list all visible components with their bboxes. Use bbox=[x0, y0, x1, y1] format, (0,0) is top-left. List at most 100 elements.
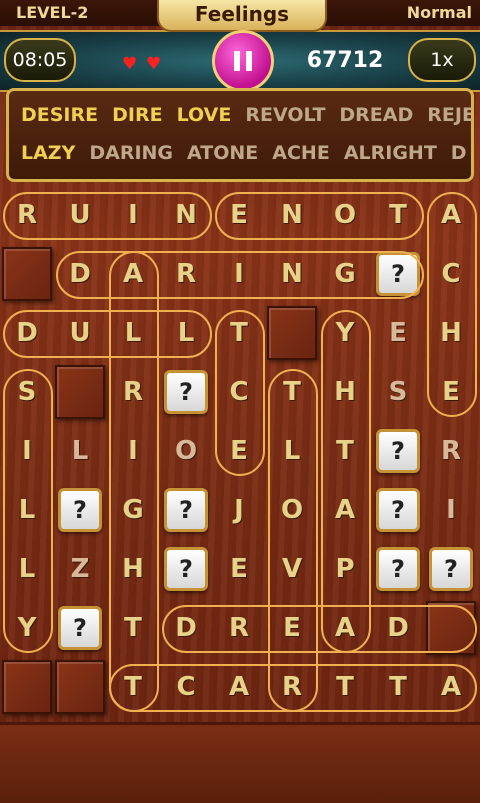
level-label: LEVEL-2 bbox=[16, 3, 89, 22]
mystery-tile[interactable]: ? bbox=[161, 544, 211, 594]
found-word-outline bbox=[321, 310, 371, 653]
letter-tile[interactable]: E bbox=[214, 544, 264, 594]
blank-tile[interactable] bbox=[2, 247, 52, 301]
letter-tile[interactable]: I bbox=[214, 249, 264, 299]
letter-tile[interactable]: A bbox=[320, 603, 370, 653]
letter-tile[interactable]: I bbox=[426, 485, 476, 535]
word-item: DREAD bbox=[339, 104, 414, 126]
letter-tile[interactable]: H bbox=[426, 308, 476, 358]
letter-tile[interactable]: L bbox=[2, 485, 52, 535]
mystery-tile[interactable]: ? bbox=[373, 249, 423, 299]
letter-tile[interactable]: R bbox=[161, 249, 211, 299]
letter-tile[interactable]: R bbox=[108, 367, 158, 417]
letter-tile[interactable]: L bbox=[161, 308, 211, 358]
letter-tile[interactable]: N bbox=[161, 190, 211, 240]
letter-tile[interactable]: V bbox=[267, 544, 317, 594]
letter-tile[interactable]: E bbox=[267, 603, 317, 653]
bottom-shelf bbox=[0, 722, 480, 803]
mystery-tile[interactable]: ? bbox=[373, 426, 423, 476]
blank-tile[interactable] bbox=[426, 601, 476, 655]
letter-tile[interactable]: D bbox=[161, 603, 211, 653]
letter-tile[interactable]: Y bbox=[2, 603, 52, 653]
mystery-tile[interactable]: ? bbox=[55, 485, 105, 535]
letter-tile[interactable]: T bbox=[373, 662, 423, 712]
mystery-tile[interactable]: ? bbox=[373, 485, 423, 535]
letter-tile[interactable]: A bbox=[214, 662, 264, 712]
letter-tile[interactable]: J bbox=[214, 485, 264, 535]
word-item: D bbox=[450, 142, 467, 164]
letter-tile[interactable]: T bbox=[214, 308, 264, 358]
mystery-tile[interactable]: ? bbox=[55, 603, 105, 653]
pause-button[interactable] bbox=[212, 30, 274, 92]
letter-tile[interactable]: R bbox=[426, 426, 476, 476]
letter-tile[interactable]: D bbox=[2, 308, 52, 358]
letter-tile[interactable]: U bbox=[55, 190, 105, 240]
letter-tile[interactable]: G bbox=[108, 485, 158, 535]
letter-tile[interactable]: O bbox=[320, 190, 370, 240]
letter-tile[interactable]: D bbox=[55, 249, 105, 299]
word-item: DIRE bbox=[112, 104, 163, 126]
letter-tile[interactable]: O bbox=[267, 485, 317, 535]
multiplier-badge: 1x bbox=[408, 38, 476, 82]
letter-tile[interactable]: O bbox=[161, 426, 211, 476]
mystery-tile[interactable]: ? bbox=[426, 544, 476, 594]
letter-tile[interactable]: E bbox=[373, 308, 423, 358]
blank-tile[interactable] bbox=[267, 306, 317, 360]
letter-tile[interactable]: T bbox=[108, 603, 158, 653]
blank-tile-block bbox=[267, 306, 317, 360]
letter-tile[interactable]: H bbox=[320, 367, 370, 417]
mystery-tile[interactable]: ? bbox=[373, 544, 423, 594]
letter-tile[interactable]: R bbox=[214, 603, 264, 653]
letter-tile[interactable]: E bbox=[214, 426, 264, 476]
pause-icon bbox=[246, 51, 252, 71]
letter-tile[interactable]: T bbox=[320, 426, 370, 476]
letter-grid[interactable]: R U I N E N O T A D A R I N G? C D U L L T Y E H S R? C T H S E I L I O E L T… bbox=[0, 188, 480, 718]
letter-tile[interactable]: H bbox=[108, 544, 158, 594]
word-list-row-1: DESIRE DIRE LOVE REVOLT DREAD REJE bbox=[21, 104, 474, 126]
letter-tile[interactable]: I bbox=[2, 426, 52, 476]
letter-tile[interactable]: S bbox=[2, 367, 52, 417]
letter-tile[interactable]: N bbox=[267, 249, 317, 299]
timer: 08:05 bbox=[4, 38, 76, 82]
letter-tile[interactable]: U bbox=[55, 308, 105, 358]
letter-tile[interactable]: L bbox=[267, 426, 317, 476]
blank-tile[interactable] bbox=[55, 365, 105, 419]
letter-tile[interactable]: E bbox=[214, 190, 264, 240]
letter-tile[interactable]: L bbox=[55, 426, 105, 476]
letter-tile[interactable]: E bbox=[426, 367, 476, 417]
letter-tile[interactable]: N bbox=[267, 190, 317, 240]
letter-tile[interactable]: Z bbox=[55, 544, 105, 594]
letter-tile[interactable]: A bbox=[426, 662, 476, 712]
letter-tile[interactable]: C bbox=[161, 662, 211, 712]
letter-tile[interactable]: I bbox=[108, 190, 158, 240]
found-word-outline bbox=[268, 369, 318, 712]
letter-tile[interactable]: T bbox=[373, 190, 423, 240]
letter-tile[interactable]: T bbox=[267, 367, 317, 417]
letter-tile[interactable]: C bbox=[214, 367, 264, 417]
blank-tile-block bbox=[426, 601, 476, 655]
letter-tile[interactable]: P bbox=[320, 544, 370, 594]
letter-tile[interactable]: A bbox=[320, 485, 370, 535]
mystery-tile[interactable]: ? bbox=[161, 485, 211, 535]
blank-tile[interactable] bbox=[55, 660, 105, 714]
blank-tile[interactable] bbox=[2, 660, 52, 714]
word-item: ATONE bbox=[187, 142, 259, 164]
letter-tile[interactable]: L bbox=[2, 544, 52, 594]
letter-tile[interactable]: S bbox=[373, 367, 423, 417]
letter-tile[interactable]: G bbox=[320, 249, 370, 299]
letter-tile[interactable]: Y bbox=[320, 308, 370, 358]
pause-icon bbox=[234, 51, 240, 71]
word-item: REJE bbox=[427, 104, 474, 126]
letter-tile[interactable]: A bbox=[108, 249, 158, 299]
question-mark-icon: ? bbox=[376, 547, 420, 591]
mystery-tile[interactable]: ? bbox=[161, 367, 211, 417]
letter-tile[interactable]: R bbox=[267, 662, 317, 712]
letter-tile[interactable]: A bbox=[426, 190, 476, 240]
letter-tile[interactable]: L bbox=[108, 308, 158, 358]
letter-tile[interactable]: D bbox=[373, 603, 423, 653]
letter-tile[interactable]: R bbox=[2, 190, 52, 240]
letter-tile[interactable]: C bbox=[426, 249, 476, 299]
letter-tile[interactable]: I bbox=[108, 426, 158, 476]
letter-tile[interactable]: T bbox=[108, 662, 158, 712]
letter-tile[interactable]: T bbox=[320, 662, 370, 712]
